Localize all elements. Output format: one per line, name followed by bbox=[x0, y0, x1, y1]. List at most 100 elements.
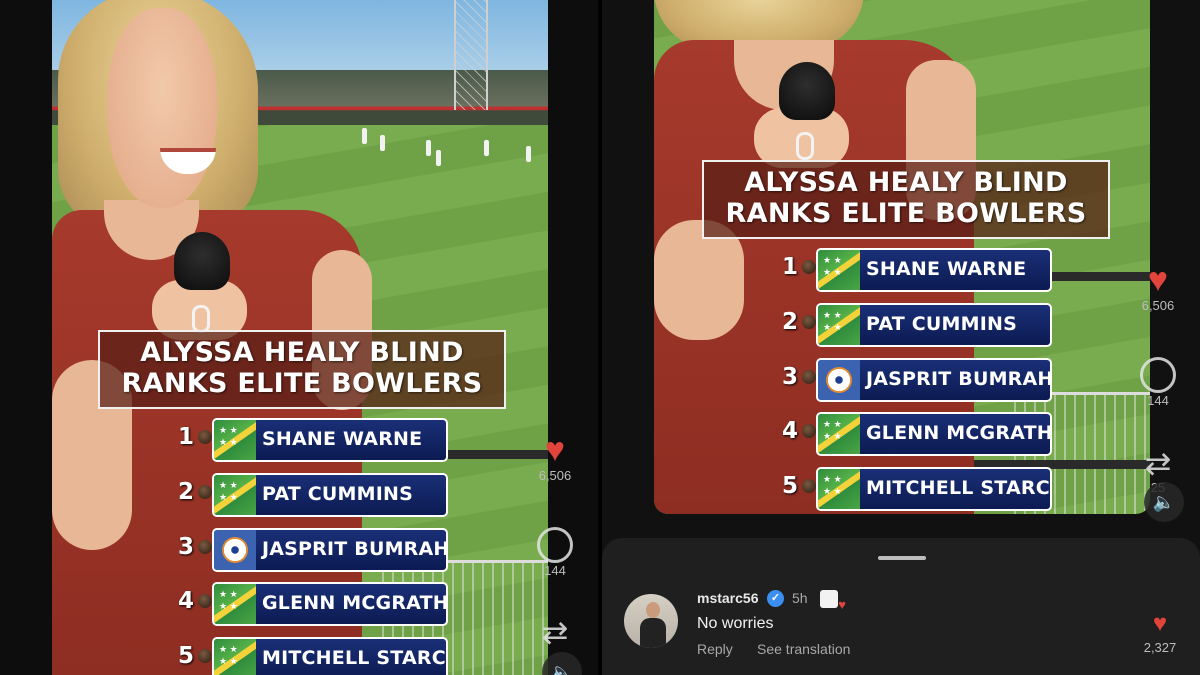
video-frame[interactable]: ALYSSA HEALY BLIND RANKS ELITE BOWLERS 1… bbox=[654, 0, 1150, 514]
like-button[interactable]: ♥ 6,506 bbox=[525, 432, 585, 483]
australia-flag-icon bbox=[214, 584, 256, 624]
pin-decoration bbox=[198, 594, 212, 608]
pin-decoration bbox=[198, 430, 212, 444]
comment-timestamp: 5h bbox=[792, 590, 808, 606]
pin-decoration bbox=[802, 424, 816, 438]
bowler-name: SHANE WARNE bbox=[262, 428, 423, 450]
india-cricket-crest-icon bbox=[818, 360, 860, 400]
finger-ring bbox=[192, 305, 210, 333]
ranking-row: 5 MITCHELL STARC bbox=[782, 467, 1052, 511]
title-line-1: ALYSSA HEALY BLIND bbox=[140, 337, 464, 368]
player-figure bbox=[426, 140, 431, 156]
player-figure bbox=[380, 135, 385, 151]
overlay-title: ALYSSA HEALY BLIND RANKS ELITE BOWLERS bbox=[98, 330, 506, 409]
australia-flag-icon bbox=[818, 305, 860, 345]
sound-toggle-button[interactable]: 🔈 bbox=[1144, 482, 1184, 522]
see-translation-button[interactable]: See translation bbox=[757, 641, 850, 657]
ranking-row: 5 MITCHELL STARC bbox=[178, 637, 448, 675]
comment-like-button[interactable]: ♥ 2,327 bbox=[1140, 610, 1180, 656]
bowler-name: MITCHELL STARC bbox=[262, 647, 446, 669]
australia-flag-icon bbox=[214, 639, 256, 675]
left-post-screen: ALYSSA HEALY BLIND RANKS ELITE BOWLERS 1… bbox=[0, 0, 598, 675]
verified-badge-icon: ✓ bbox=[767, 590, 784, 607]
microphone bbox=[779, 62, 835, 120]
heart-icon: ♥ bbox=[1152, 610, 1168, 637]
comment-bubble-icon bbox=[1140, 357, 1176, 393]
heart-icon: ♥ bbox=[1147, 261, 1169, 299]
like-button[interactable]: ♥ 6,506 bbox=[1128, 262, 1188, 313]
speaker-icon: 🔈 bbox=[550, 662, 574, 675]
rank-bar: MITCHELL STARC bbox=[816, 467, 1052, 511]
bowler-name: MITCHELL STARC bbox=[866, 477, 1050, 499]
ranking-row: 4 GLENN MCGRATH bbox=[782, 412, 1052, 456]
rank-bar: GLENN MCGRATH bbox=[816, 412, 1052, 456]
comment-bubble-icon bbox=[537, 527, 573, 563]
light-tower bbox=[454, 0, 488, 110]
rank-bar: GLENN MCGRATH bbox=[212, 582, 448, 626]
overlay-title: ALYSSA HEALY BLIND RANKS ELITE BOWLERS bbox=[702, 160, 1110, 239]
pin-decoration bbox=[198, 485, 212, 499]
comment-count: 144 bbox=[544, 563, 566, 578]
australia-flag-icon bbox=[818, 414, 860, 454]
ranking-row: 2 PAT CUMMINS bbox=[178, 473, 448, 517]
player-figure bbox=[362, 128, 367, 144]
rank-bar: SHANE WARNE bbox=[212, 418, 448, 462]
rank-bar: MITCHELL STARC bbox=[212, 637, 448, 675]
finger-ring bbox=[796, 132, 814, 160]
rank-bar: PAT CUMMINS bbox=[816, 303, 1052, 347]
india-cricket-crest-icon bbox=[214, 530, 256, 570]
ranking-row: 1 SHANE WARNE bbox=[178, 418, 448, 462]
rank-bar: JASPRIT BUMRAH bbox=[816, 358, 1052, 402]
speaker-icon: 🔈 bbox=[1152, 492, 1176, 512]
heart-icon: ♥ bbox=[544, 431, 566, 469]
right-post-screen: ALYSSA HEALY BLIND RANKS ELITE BOWLERS 1… bbox=[602, 0, 1200, 675]
repost-icon: ⇄ bbox=[541, 614, 569, 650]
comment-button[interactable]: 144 bbox=[1128, 357, 1188, 408]
comment-like-count: 2,327 bbox=[1143, 640, 1177, 655]
presenter-face bbox=[107, 8, 217, 208]
pin-decoration bbox=[802, 479, 816, 493]
bowler-name: GLENN MCGRATH bbox=[262, 592, 448, 614]
australia-flag-icon bbox=[818, 250, 860, 290]
rank-bar: PAT CUMMINS bbox=[212, 473, 448, 517]
like-count: 6,506 bbox=[538, 468, 572, 483]
comment-sheet: mstarc56 ✓ 5h No worries Reply See trans… bbox=[602, 538, 1200, 675]
title-line-2: RANKS ELITE BOWLERS bbox=[121, 368, 483, 399]
comment-count: 144 bbox=[1147, 393, 1169, 408]
comment-button[interactable]: 144 bbox=[525, 527, 585, 578]
video-frame[interactable]: ALYSSA HEALY BLIND RANKS ELITE BOWLERS 1… bbox=[52, 0, 548, 675]
commenter-avatar[interactable] bbox=[624, 594, 678, 648]
sheet-drag-handle[interactable] bbox=[878, 556, 926, 560]
australia-flag-icon bbox=[214, 420, 256, 460]
australia-flag-icon bbox=[818, 469, 860, 509]
bowler-name: PAT CUMMINS bbox=[262, 483, 414, 505]
bowler-name: JASPRIT BUMRAH bbox=[262, 538, 448, 560]
pin-decoration bbox=[198, 540, 212, 554]
ranking-row: 4 GLENN MCGRATH bbox=[178, 582, 448, 626]
pin-decoration bbox=[802, 260, 816, 274]
bowler-name: PAT CUMMINS bbox=[866, 313, 1018, 335]
sound-toggle-button[interactable]: 🔈 bbox=[542, 652, 582, 675]
ranking-row: 3 JASPRIT BUMRAH bbox=[178, 528, 448, 572]
bowler-name: GLENN MCGRATH bbox=[866, 422, 1052, 444]
repost-button[interactable]: ⇄ bbox=[525, 615, 585, 649]
player-figure bbox=[436, 150, 441, 166]
player-figure bbox=[526, 146, 531, 162]
title-line-2: RANKS ELITE BOWLERS bbox=[725, 198, 1087, 229]
bowler-name: JASPRIT BUMRAH bbox=[866, 368, 1052, 390]
comment-text: No worries bbox=[697, 615, 774, 632]
ranking-row: 1 SHANE WARNE bbox=[782, 248, 1052, 292]
microphone bbox=[174, 232, 230, 290]
rank-bar: SHANE WARNE bbox=[816, 248, 1052, 292]
title-line-1: ALYSSA HEALY BLIND bbox=[744, 167, 1068, 198]
repost-icon: ⇄ bbox=[1144, 445, 1172, 481]
comment-username[interactable]: mstarc56 bbox=[697, 590, 759, 606]
creator-liked-icon bbox=[820, 590, 846, 612]
ranking-row: 3 JASPRIT BUMRAH bbox=[782, 358, 1052, 402]
pin-decoration bbox=[198, 649, 212, 663]
player-figure bbox=[484, 140, 489, 156]
ranking-row: 2 PAT CUMMINS bbox=[782, 303, 1052, 347]
like-count: 6,506 bbox=[1141, 298, 1175, 313]
pin-decoration bbox=[802, 370, 816, 384]
reply-button[interactable]: Reply bbox=[697, 641, 733, 657]
